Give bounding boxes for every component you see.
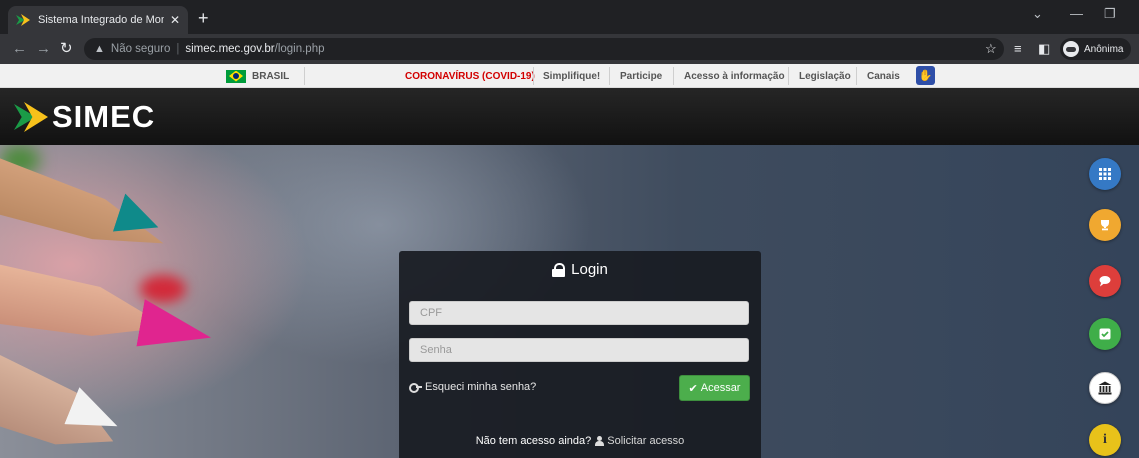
bank-icon xyxy=(1098,381,1112,395)
back-icon[interactable]: ← xyxy=(12,40,27,58)
gov-link-legislacao[interactable]: Legislação xyxy=(799,64,851,88)
side-button-checklist[interactable] xyxy=(1089,318,1121,350)
forgot-password-label: Esqueci minha senha? xyxy=(425,381,537,393)
gov-divider xyxy=(673,67,674,85)
gov-link-canais[interactable]: Canais xyxy=(867,64,900,88)
side-button-grid[interactable] xyxy=(1089,158,1121,190)
tab-search-icon[interactable]: ⌄ xyxy=(1032,6,1043,22)
maximize-icon[interactable]: ❐ xyxy=(1104,6,1116,22)
check-icon: ✔ xyxy=(688,382,698,395)
gov-divider xyxy=(856,67,857,85)
tab-close-icon[interactable]: ✕ xyxy=(170,13,180,27)
chat-icon xyxy=(1099,276,1111,287)
side-panel-icon[interactable]: ◧ xyxy=(1038,41,1050,57)
reading-list-icon[interactable]: ≡ xyxy=(1014,41,1022,57)
incognito-icon xyxy=(1063,41,1079,57)
reload-icon[interactable]: ↻ xyxy=(60,40,73,58)
url-host: simec.mec.gov.br xyxy=(185,43,275,55)
tab-title: Sistema Integrado de Monitoram xyxy=(38,14,164,26)
check-square-icon xyxy=(1099,328,1111,340)
forward-icon[interactable]: → xyxy=(36,40,51,58)
site-header: SIMEC xyxy=(0,88,1139,145)
login-title: Login xyxy=(399,261,761,278)
gov-link-participe[interactable]: Participe xyxy=(620,64,662,88)
forgot-password-link[interactable]: Esqueci minha senha? xyxy=(409,381,536,393)
gov-link-acesso-informacao[interactable]: Acesso à informação xyxy=(684,64,785,88)
profile-label: Anônima xyxy=(1084,43,1124,55)
user-icon xyxy=(595,436,605,446)
login-title-text: Login xyxy=(571,261,608,278)
login-submit-button[interactable]: ✔ Acessar xyxy=(679,375,750,401)
gov-divider xyxy=(533,67,534,85)
lock-icon xyxy=(552,262,566,277)
address-separator: | xyxy=(176,43,180,55)
warning-icon[interactable]: ▲ xyxy=(94,43,105,55)
gov-bar: BRASIL CORONAVÍRUS (COVID-19) Simplifiqu… xyxy=(0,64,1139,88)
address-bar[interactable]: ▲ Não seguro | simec.mec.gov.br /login.p… xyxy=(84,38,1004,60)
gov-brasil-link[interactable]: BRASIL xyxy=(226,64,289,88)
logo-text: SIMEC xyxy=(52,99,156,134)
bookmark-star-icon[interactable]: ☆ xyxy=(985,41,997,57)
key-icon xyxy=(409,382,422,393)
simec-logo-icon xyxy=(14,100,48,134)
gov-divider xyxy=(304,67,305,85)
side-button-trophy[interactable] xyxy=(1089,209,1121,241)
side-button-info[interactable]: i xyxy=(1089,424,1121,456)
url-path: /login.php xyxy=(274,43,325,55)
login-panel: Login Esqueci minha senha? ✔ Acessar Não… xyxy=(399,251,761,458)
gov-link-simplifique[interactable]: Simplifique! xyxy=(543,64,600,88)
brazil-flag-icon xyxy=(226,69,246,83)
incognito-profile-button[interactable]: Anônima xyxy=(1060,38,1132,60)
gov-divider xyxy=(788,67,789,85)
minimize-icon[interactable]: — xyxy=(1070,6,1083,21)
grid-icon xyxy=(1099,168,1111,180)
no-access-text: Não tem acesso ainda? xyxy=(475,435,592,447)
pencil-decoration xyxy=(0,349,128,458)
cpf-input[interactable] xyxy=(409,301,749,325)
side-button-chat[interactable] xyxy=(1089,265,1121,297)
info-icon: i xyxy=(1103,432,1107,447)
browser-tabstrip: Sistema Integrado de Monitoram ✕ + ⌄ — ❐ xyxy=(0,0,1139,34)
browser-toolbar: ← → ↻ ▲ Não seguro | simec.mec.gov.br /l… xyxy=(0,34,1139,64)
request-access-link[interactable]: Solicitar acesso xyxy=(607,435,684,447)
trophy-icon xyxy=(1101,220,1109,231)
browser-tab[interactable]: Sistema Integrado de Monitoram ✕ xyxy=(8,6,188,34)
pencil-decoration xyxy=(140,275,186,303)
accessibility-libras-icon[interactable]: ✋ xyxy=(916,66,935,85)
gov-link-covid[interactable]: CORONAVÍRUS (COVID-19) xyxy=(405,64,535,88)
simec-favicon-icon xyxy=(16,14,30,26)
pencil-tip-decoration xyxy=(136,299,215,359)
request-access-row: Não tem acesso ainda? Solicitar acesso xyxy=(399,435,761,447)
simec-logo[interactable]: SIMEC xyxy=(14,100,155,134)
gov-brasil-label: BRASIL xyxy=(252,70,290,82)
login-submit-label: Acessar xyxy=(700,382,741,394)
gov-divider xyxy=(609,67,610,85)
side-button-institution[interactable] xyxy=(1089,372,1121,404)
not-secure-label: Não seguro xyxy=(110,43,171,55)
password-input[interactable] xyxy=(409,338,749,362)
new-tab-button[interactable]: + xyxy=(198,9,209,27)
